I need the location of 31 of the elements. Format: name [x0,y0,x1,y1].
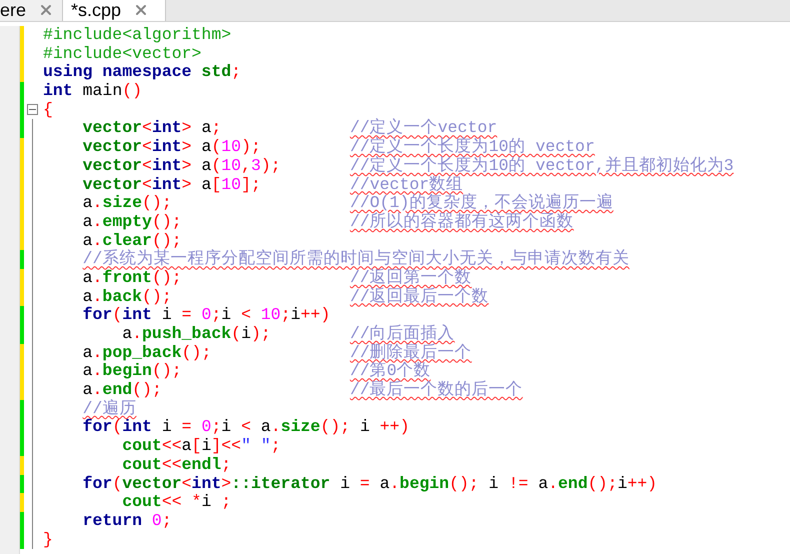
code-line: vector<int> a(10); //定义一个长度为10的 vector [82,138,595,156]
code-line: a.begin(); //第0个数 [82,362,431,380]
code-line: //系统为某一程序分配空间所需的时间与空间大小无关，与申请次数有关 [82,250,630,268]
code-line: a.pop_back(); //删除最后一个 [82,344,472,362]
code-line: } [42,530,53,550]
code-line: vector<int> a[10]; //vector数组 [82,176,464,194]
code-line: for(vector<int>::iterator i = a.begin(); i != a.end();i++) [82,474,658,494]
code-line: { [42,100,53,120]
code-line: cout<< *i ; [121,493,232,512]
code-line: int main() [42,82,142,101]
code-line: //遍历 [82,400,136,418]
code-line: vector<int> a; //定义一个vector [82,119,498,138]
code-line: vector<int> a(10,3); //定义一个长度为10的 vector,并且都初始化为3 [82,156,734,176]
code-line: a.back(); //返回最后一个数 [82,288,489,306]
code-line: a.clear(); [82,232,182,250]
code-line: a.size(); //O(1)的复杂度，不会说遍历一遍 [82,194,614,212]
code-line: a.front(); //返回第一个数 [82,268,472,287]
code-line: #include<algorithm> [42,26,232,45]
code-line: return 0; [82,512,172,531]
code-line: using namespace std; [42,63,242,82]
code-line: a.end(); //最后一个数的后一个 [82,381,523,400]
code-line: a.push_back(i); //向后面插入 [121,325,455,344]
editor-tab[interactable]: ere [0,0,64,21]
code-line: #include<vector> [42,44,202,64]
code-line: a.empty(); //所以的容器都有这两个函数 [82,212,574,232]
fold-toggle-icon[interactable] [26,104,38,115]
editor-tab[interactable]: *s.cpp [63,0,166,21]
code-line: for(int i = 0;i < a.size(); i ++) [82,418,410,438]
code-line: cout<<a[i]<<" "; [121,437,281,456]
code-line: for(int i = 0;i < 10;i++) [82,306,330,325]
code-line: cout<<endl; [121,456,232,474]
